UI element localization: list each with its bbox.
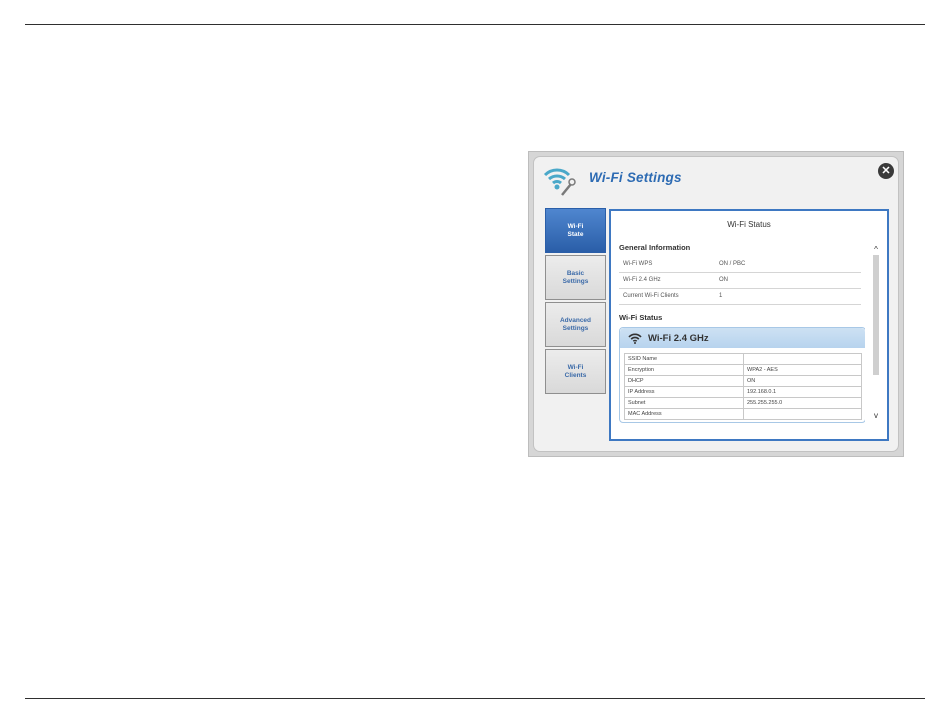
tab-label: Basic Settings <box>562 269 589 285</box>
tab-wifi-clients[interactable]: Wi-Fi Clients <box>545 349 606 394</box>
table-key: IP Address <box>624 386 744 398</box>
table-value: 192.168.0.1 <box>743 386 862 398</box>
table-row: SSID Name <box>624 353 862 365</box>
info-value: ON / PBC <box>719 261 746 267</box>
table-value: WPA2 - AES <box>743 364 862 376</box>
info-value: ON <box>719 277 728 283</box>
panel-title: Wi-Fi Status <box>727 220 771 229</box>
tab-wifi-state[interactable]: Wi-Fi State <box>545 208 606 253</box>
top-divider <box>25 24 925 25</box>
band-header: Wi-Fi 2.4 GHz <box>620 328 865 348</box>
wifi-status-heading: Wi-Fi Status <box>619 313 663 322</box>
table-row: Encryption WPA2 - AES <box>624 364 862 376</box>
tab-advanced-settings[interactable]: Advanced Settings <box>545 302 606 347</box>
table-key: Encryption <box>624 364 744 376</box>
scroll-thumb[interactable] <box>873 255 879 375</box>
tab-label: Wi-Fi State <box>567 222 584 238</box>
dialog-header: Wi-Fi Settings ✕ <box>534 157 898 207</box>
band-title: Wi-Fi 2.4 GHz <box>648 332 709 344</box>
bottom-divider <box>25 698 925 699</box>
table-row: DHCP ON <box>624 375 862 387</box>
table-row: MAC Address <box>624 408 862 420</box>
general-info-heading: General Information <box>619 243 691 252</box>
table-value <box>743 353 862 365</box>
table-key: MAC Address <box>624 408 744 420</box>
table-row: IP Address 192.168.0.1 <box>624 386 862 398</box>
info-key: Wi-Fi 2.4 GHz <box>623 277 661 283</box>
band-table: SSID Name Encryption WPA2 - AES DHCP ON IP… <box>624 353 862 420</box>
dialog-title: Wi-Fi Settings <box>589 170 682 185</box>
scroll-down-icon[interactable]: v <box>871 411 881 421</box>
wifi-settings-dialog: Wi-Fi Settings ✕ Wi-Fi State Basic Setti… <box>533 156 899 452</box>
table-value: ON <box>743 375 862 387</box>
info-row: Wi-Fi 2.4 GHz ON <box>619 273 861 289</box>
vertical-scrollbar[interactable]: ^ v <box>871 239 881 429</box>
side-tabs: Wi-Fi State Basic Settings Advanced Sett… <box>545 208 608 396</box>
close-button[interactable]: ✕ <box>878 163 894 179</box>
wifi-icon <box>628 332 642 344</box>
table-value <box>743 408 862 420</box>
info-key: Current Wi-Fi Clients <box>623 293 679 299</box>
table-key: SSID Name <box>624 353 744 365</box>
tab-basic-settings[interactable]: Basic Settings <box>545 255 606 300</box>
scroll-up-icon[interactable]: ^ <box>871 245 881 255</box>
table-key: Subnet <box>624 397 744 409</box>
info-row: Wi-Fi WPS ON / PBC <box>619 257 861 273</box>
table-key: DHCP <box>624 375 744 387</box>
wifi-status-panel: Wi-Fi Status General Information Wi-Fi W… <box>609 209 889 441</box>
info-row: Current Wi-Fi Clients 1 <box>619 289 861 305</box>
wifi-wrench-icon <box>543 168 576 196</box>
table-row: Subnet 255.255.255.0 <box>624 397 862 409</box>
band-box: Wi-Fi 2.4 GHz SSID Name Encryption WPA2 -… <box>619 327 865 423</box>
status-scroll-area[interactable]: General Information Wi-Fi WPS ON / PBC W… <box>619 239 865 429</box>
info-value: 1 <box>719 293 723 299</box>
tab-label: Advanced Settings <box>559 316 592 332</box>
table-value: 255.255.255.0 <box>743 397 862 409</box>
info-key: Wi-Fi WPS <box>623 261 653 267</box>
tab-label: Wi-Fi Clients <box>564 363 587 379</box>
